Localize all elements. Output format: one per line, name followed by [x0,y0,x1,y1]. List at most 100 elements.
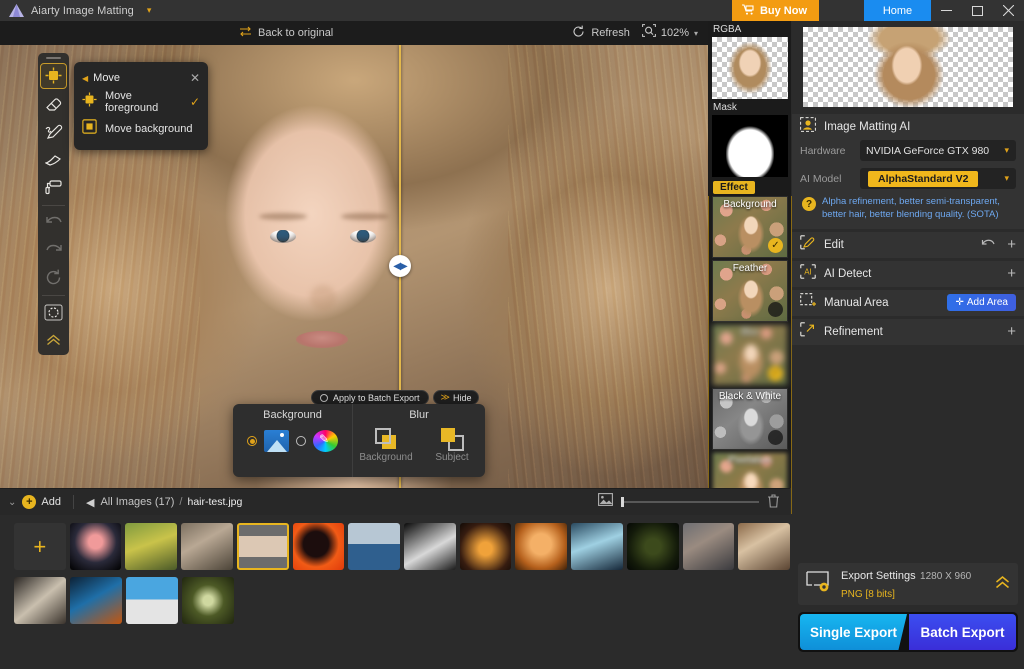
blur-background-option[interactable]: Background [357,427,415,463]
back-arrow-icon[interactable]: ◀ [86,496,94,509]
background-image-swatch[interactable] [264,430,289,452]
filmstrip-right-controls [598,493,790,511]
brush-tool-button[interactable] [40,146,67,172]
refresh-label: Refresh [591,27,630,39]
effect-applied-badge[interactable]: ✓ [768,238,783,253]
thumb-hand-sculpture[interactable] [404,523,456,570]
move-tool-button[interactable] [40,62,67,89]
move-background-item[interactable]: Move background [74,115,208,142]
single-export-button[interactable]: Single Export [800,614,907,650]
edit-section[interactable]: Edit + [792,231,1024,258]
thumb-blue-woman[interactable] [571,523,623,570]
close-button[interactable] [993,0,1024,21]
effect-card-background[interactable]: Background ✓ [712,196,788,258]
eraser-tool-button[interactable] [40,91,67,117]
move-foreground-item[interactable]: Move foreground ✓ [74,88,208,115]
buy-now-label: Buy Now [759,4,807,17]
refresh-button[interactable]: Refresh [572,25,630,41]
reset-button[interactable] [40,265,67,291]
result-preview[interactable] [803,27,1013,107]
breadcrumb-separator: / [179,496,183,508]
back-arrow-icon[interactable]: ◀ [82,74,88,83]
edit-undo-icon[interactable] [981,238,995,252]
refinement-add-button[interactable]: + [1007,323,1016,340]
effect-applied-badge[interactable]: ✓ [768,366,783,381]
chevron-down-icon[interactable]: ▾ [694,29,698,38]
pen-tool-button[interactable] [40,119,67,145]
add-image-cell[interactable]: + [14,523,66,570]
plus-circle-icon: + [22,495,37,509]
hide-label: Hide [452,392,472,403]
effect-card-feather[interactable]: Feather [712,260,788,322]
color-picker-swatch[interactable] [313,430,338,452]
export-block: Export Settings 1280 X 960 PNG [8 bits] … [798,563,1018,652]
effect-applied-badge[interactable] [768,302,783,317]
background-image-radio[interactable] [247,436,257,446]
hide-panel-button[interactable]: ≫ Hide [432,390,480,405]
chevrons-up-icon[interactable] [995,576,1010,592]
zoom-control[interactable]: 102% ▾ [641,24,698,42]
thumb-jellyfish[interactable] [69,523,122,570]
effect-card-black-and-white[interactable]: Black & White [712,388,788,450]
ai-model-select[interactable]: AlphaStandard V2 ▾ [860,168,1016,189]
export-settings-row[interactable]: Export Settings 1280 X 960 PNG [8 bits] [798,563,1018,605]
redo-button[interactable] [40,237,67,263]
effect-subject [735,339,767,385]
thumb-silhouette[interactable] [292,523,345,570]
thumbnail-size-knob[interactable] [621,497,624,507]
thumb-child[interactable] [738,523,791,570]
ai-detect-add-button[interactable]: + [1007,265,1016,282]
back-to-original-button[interactable]: Back to original [239,26,333,40]
effect-applied-badge[interactable] [768,430,783,445]
background-column-title: Background [263,409,322,421]
add-images-button[interactable]: + Add [22,495,61,509]
maximize-button[interactable] [962,0,993,21]
thumbnail-size-slider[interactable] [621,497,759,507]
minimize-button[interactable] [931,0,962,21]
background-color-radio[interactable] [296,436,306,446]
blur-subject-option[interactable]: Subject [423,427,481,463]
add-area-button[interactable]: ✛ Add Area [947,294,1016,312]
thumb-spiderweb[interactable] [182,577,234,624]
ai-detect-section[interactable]: AI AI Detect + [792,260,1024,287]
export-settings-title: Export Settings [841,570,916,582]
delete-icon[interactable] [767,493,780,511]
thumb-skateboard[interactable] [126,577,178,624]
thumb-woman-blossom[interactable] [181,523,233,570]
hardware-select[interactable]: NVIDIA GeForce GTX 980 ▾ [860,140,1016,161]
home-button[interactable]: Home [864,0,931,21]
chevron-down-icon[interactable]: ▾ [147,5,152,16]
thumb-cat-sunset[interactable] [515,523,568,570]
add-label: Add [41,496,61,508]
thumb-hair-test[interactable] [236,523,289,570]
undo-button[interactable] [40,209,67,235]
refinement-section[interactable]: Refinement + [792,318,1024,345]
rgba-thumbnail[interactable] [712,37,788,99]
thumb-pink-hair[interactable] [348,523,401,570]
all-images-link[interactable]: All Images (17) [100,496,174,508]
compare-split-handle[interactable]: ◀▶ [389,255,411,277]
buy-now-button[interactable]: Buy Now [731,0,819,21]
thumb-bicycle[interactable] [125,523,178,570]
marquee-select-button[interactable] [40,299,67,325]
batch-export-button[interactable]: Batch Export [909,614,1016,650]
mask-thumbnail[interactable] [712,115,788,177]
background-options-column: Background [233,404,353,477]
manual-area-section[interactable]: Manual Area ✛ Add Area [792,289,1024,316]
apply-to-batch-export-toggle[interactable]: Apply to Batch Export [311,390,429,405]
help-icon[interactable]: ? [802,197,816,211]
thumb-necklace[interactable] [626,523,679,570]
collapse-filmstrip-button[interactable]: ⌄ [0,497,22,508]
close-icon[interactable]: ✕ [190,71,200,85]
roller-tool-button[interactable] [40,174,67,200]
toolbar-drag-handle[interactable] [46,57,61,59]
thumb-bearded-man[interactable] [682,523,735,570]
effect-card-blur[interactable]: Blur ✓ [712,324,788,386]
collapse-toolbar-button[interactable] [40,327,67,353]
thumbnail-size-icon [598,493,613,511]
thumb-neon-portrait[interactable] [70,577,122,624]
effect-card-label: Feather [732,263,768,274]
edit-add-button[interactable]: + [1007,236,1016,253]
thumb-room[interactable] [14,577,66,624]
thumb-campfire[interactable] [459,523,512,570]
